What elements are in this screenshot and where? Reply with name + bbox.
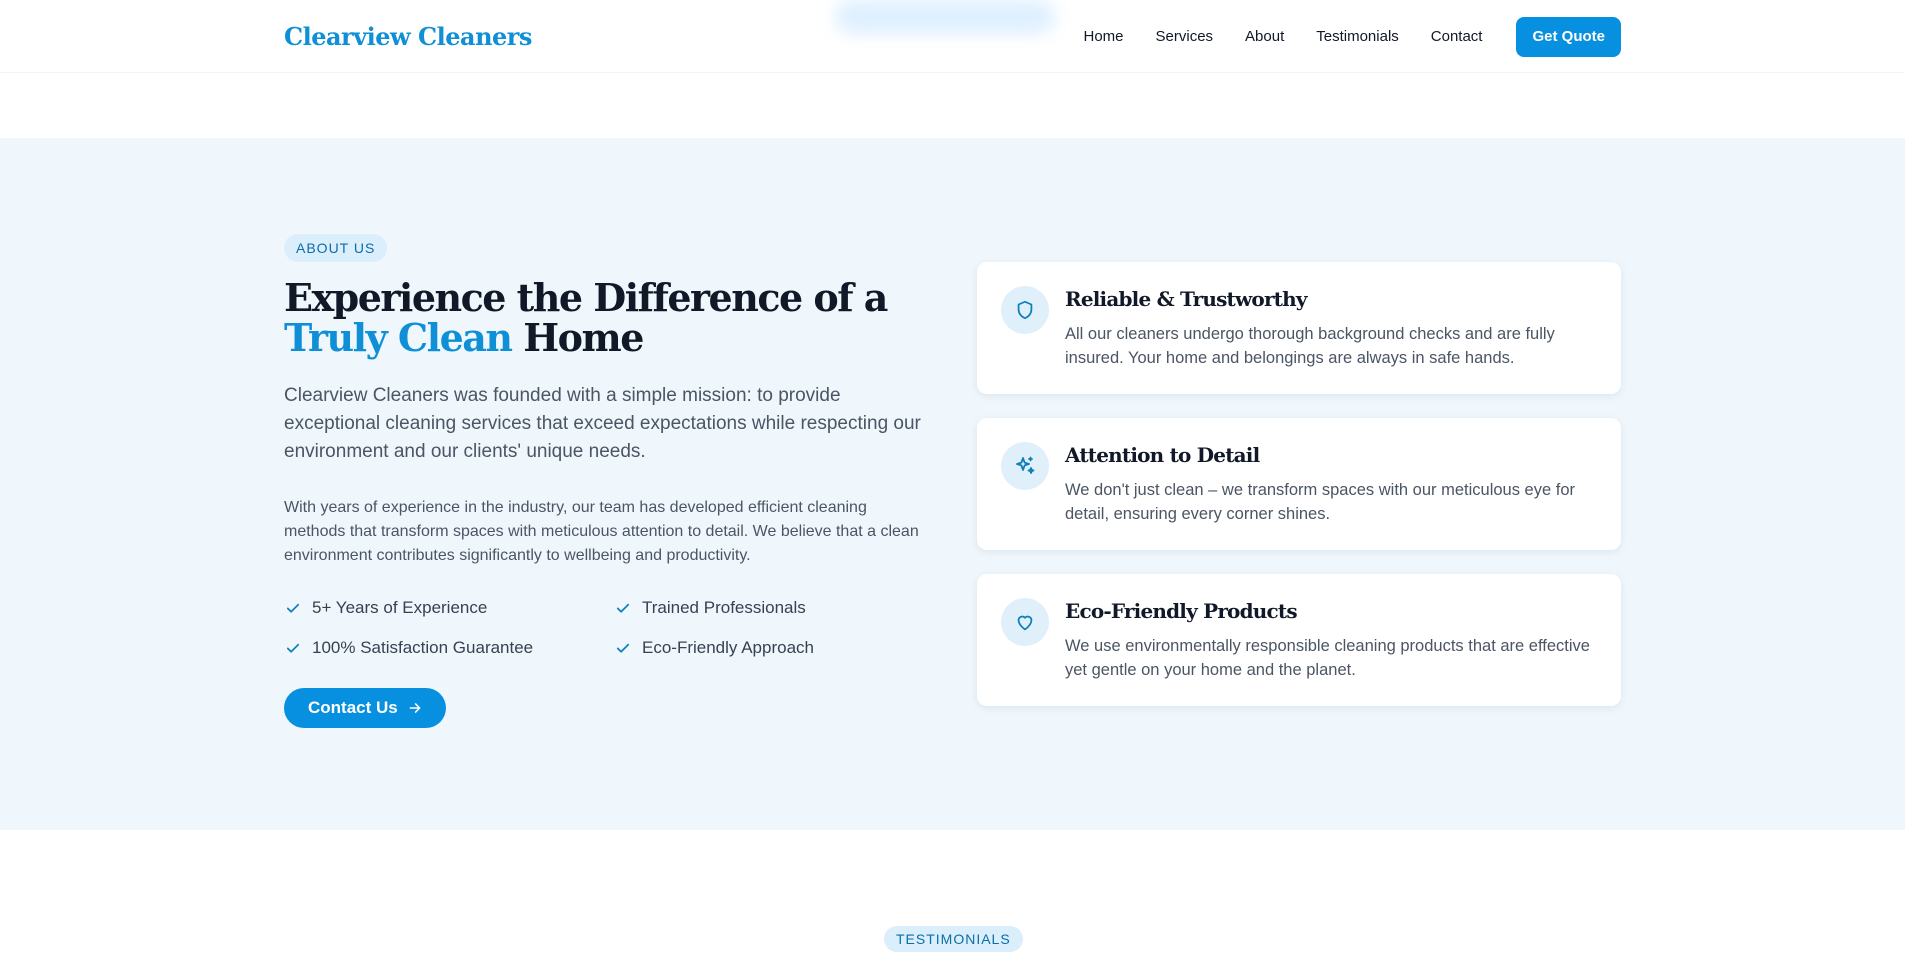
- contact-us-button[interactable]: Contact Us: [284, 688, 446, 728]
- get-quote-button[interactable]: Get Quote: [1516, 16, 1621, 57]
- value-card-detail: Attention to Detail We don't just clean …: [977, 418, 1621, 550]
- card-description: We use environmentally responsible clean…: [1065, 637, 1590, 679]
- about-content: ABOUT US Experience the Difference of a …: [284, 234, 924, 728]
- about-badge: ABOUT US: [284, 234, 388, 262]
- feature-item: Eco-Friendly Approach: [614, 636, 914, 660]
- check-icon: [284, 599, 302, 617]
- nav-link-contact[interactable]: Contact: [1431, 28, 1483, 45]
- card-description: We don't just clean – we transform space…: [1065, 481, 1575, 523]
- contact-us-label: Contact Us: [308, 698, 398, 717]
- testimonials-badge: TESTIMONIALS: [884, 926, 1023, 952]
- shield-icon: [1001, 286, 1049, 334]
- headline-text-start: Experience the Difference of a: [284, 275, 888, 320]
- about-section: ABOUT US Experience the Difference of a …: [0, 138, 1905, 830]
- headline-accent: Truly Clean: [284, 315, 513, 360]
- nav-link-services[interactable]: Services: [1156, 28, 1214, 45]
- value-card-reliable: Reliable & Trustworthy All our cleaners …: [977, 262, 1621, 394]
- check-icon: [614, 599, 632, 617]
- about-body-paragraph: With years of experience in the industry…: [284, 499, 919, 564]
- feature-label: 100% Satisfaction Guarantee: [312, 638, 534, 657]
- value-cards: Reliable & Trustworthy All our cleaners …: [977, 262, 1621, 730]
- about-lead-paragraph: Clearview Cleaners was founded with a si…: [284, 385, 921, 462]
- check-icon: [284, 639, 302, 657]
- feature-label: 5+ Years of Experience: [312, 598, 488, 617]
- feature-item: 100% Satisfaction Guarantee: [284, 636, 614, 660]
- nav-links: Home Services About Testimonials Contact…: [1084, 16, 1621, 57]
- card-title: Eco-Friendly Products: [1065, 599, 1298, 623]
- navbar-inner: Clearview Cleaners Home Services About T…: [284, 0, 1621, 73]
- headline-text-end: Home: [511, 315, 644, 360]
- heart-icon: [1001, 598, 1049, 646]
- arrow-right-icon: [408, 701, 422, 715]
- card-title: Reliable & Trustworthy: [1065, 287, 1307, 311]
- card-description: All our cleaners undergo thorough backgr…: [1065, 325, 1555, 367]
- feature-label: Trained Professionals: [642, 598, 806, 617]
- top-navbar: Clearview Cleaners Home Services About T…: [0, 0, 1905, 73]
- value-card-eco: Eco-Friendly Products We use environment…: [977, 574, 1621, 706]
- brand-logo[interactable]: Clearview Cleaners: [284, 22, 532, 51]
- sparkles-icon: [1001, 442, 1049, 490]
- about-headline: Experience the Difference of a Truly Cle…: [284, 278, 904, 358]
- feature-label: Eco-Friendly Approach: [642, 638, 814, 657]
- nav-link-home[interactable]: Home: [1084, 28, 1124, 45]
- feature-list: 5+ Years of Experience Trained Professio…: [284, 596, 924, 660]
- card-title: Attention to Detail: [1065, 443, 1260, 467]
- check-icon: [614, 639, 632, 657]
- feature-item: Trained Professionals: [614, 596, 914, 620]
- nav-link-testimonials[interactable]: Testimonials: [1316, 28, 1399, 45]
- nav-link-about[interactable]: About: [1245, 28, 1284, 45]
- feature-item: 5+ Years of Experience: [284, 596, 614, 620]
